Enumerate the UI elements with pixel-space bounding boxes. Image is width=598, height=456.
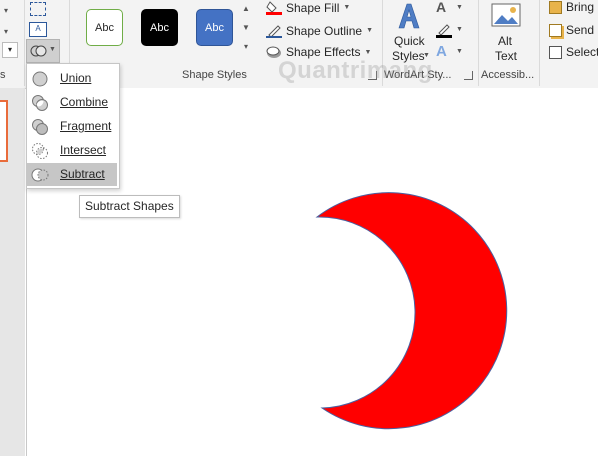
slide-thumbnail-pane xyxy=(0,88,25,456)
fragment-icon xyxy=(32,119,48,135)
shape-style-swatch-1[interactable]: Abc xyxy=(86,9,123,46)
selection-pane-icon xyxy=(549,45,562,59)
chevron-down-icon: ▼ xyxy=(456,4,463,11)
accessibility-group-label: Accessib... xyxy=(481,69,535,81)
menu-item-fragment[interactable]: Fragment xyxy=(27,115,117,138)
chevron-down-icon[interactable]: ▾ xyxy=(4,27,8,36)
alt-text-button[interactable]: Alt Text xyxy=(488,0,524,64)
paint-bucket-icon xyxy=(266,1,282,15)
text-outline-icon xyxy=(436,24,452,38)
swatch-label: Abc xyxy=(95,21,114,34)
selected-slide-thumbnail[interactable] xyxy=(0,100,8,162)
send-backward-icon xyxy=(549,23,562,37)
text-outline-button[interactable]: ▼ xyxy=(434,22,464,40)
text-fill-button[interactable]: A ▼ xyxy=(434,0,464,18)
menu-item-label: Intersect xyxy=(60,143,107,157)
chevron-down-icon: ▼ xyxy=(456,48,463,55)
combine-icon xyxy=(32,95,48,111)
alt-text-label-1: Alt xyxy=(498,34,513,48)
menu-item-label: Union xyxy=(60,71,92,85)
group-divider xyxy=(24,0,25,86)
bring-forward-icon xyxy=(549,0,562,14)
subtract-shapes-tooltip: Subtract Shapes xyxy=(79,195,180,218)
subtract-icon xyxy=(31,168,49,182)
send-backward-label: Send xyxy=(566,23,595,37)
text-effects-button[interactable]: A ▼ xyxy=(434,43,464,62)
group-label-partial: s xyxy=(0,69,6,81)
shape-style-swatch-2[interactable]: Abc xyxy=(141,9,178,46)
selection-pane-label: Select xyxy=(566,45,598,59)
scroll-down-icon[interactable]: ▾ xyxy=(2,42,18,58)
menu-item-label: Fragment xyxy=(60,119,112,133)
merge-shapes-icon xyxy=(30,45,47,57)
subtracted-crescent-shape[interactable] xyxy=(314,192,512,432)
bring-forward-button[interactable]: Bring xyxy=(549,0,594,14)
merge-shapes-button[interactable]: ▼ xyxy=(26,39,60,63)
chevron-up-icon[interactable]: ▲ xyxy=(239,4,253,13)
chevron-down-icon: ▼ xyxy=(343,4,351,11)
more-icon[interactable]: ▾ xyxy=(239,42,253,51)
bring-forward-label: Bring xyxy=(566,0,595,14)
swatch-label: Abc xyxy=(205,21,224,34)
dialog-launcher-icon[interactable] xyxy=(464,71,473,80)
group-divider xyxy=(539,0,540,86)
pencil-icon xyxy=(266,25,282,38)
selection-pane-button[interactable]: Select xyxy=(549,45,598,59)
swatch-label: Abc xyxy=(150,21,169,34)
chevron-down-icon: ▼ xyxy=(456,26,463,33)
text-effects-icon: A xyxy=(436,43,447,60)
gallery-scroll[interactable]: ▲ ▼ ▾ xyxy=(239,0,253,62)
shape-fill-button[interactable]: Shape Fill ▼ xyxy=(266,0,350,15)
shape-style-swatch-3[interactable]: Abc xyxy=(196,9,233,46)
intersect-icon xyxy=(32,143,48,159)
menu-item-label: Subtract xyxy=(60,167,105,181)
quick-styles-label-1: Quick xyxy=(394,34,425,48)
union-icon xyxy=(32,71,48,87)
chevron-down-icon[interactable]: ▼ xyxy=(239,23,253,32)
menu-item-subtract[interactable]: Subtract xyxy=(27,163,117,186)
insert-shapes-partial: ▾ ▾ ▾ xyxy=(0,0,26,66)
menu-item-union[interactable]: Union xyxy=(27,67,117,90)
menu-item-intersect[interactable]: Intersect xyxy=(27,139,117,162)
text-box-icon[interactable]: A xyxy=(29,22,47,37)
shape-outline-button[interactable]: Shape Outline ▼ xyxy=(266,23,373,38)
quick-styles-button[interactable]: Quick Styles ▼ xyxy=(389,0,430,64)
shape-styles-group-label: Shape Styles xyxy=(182,69,247,81)
menu-item-label: Combine xyxy=(60,95,109,109)
chevron-down-icon[interactable]: ▾ xyxy=(4,6,8,15)
shape-fill-label: Shape Fill xyxy=(286,0,340,15)
chevron-down-icon: ▼ xyxy=(364,48,372,56)
wordart-a-icon xyxy=(398,3,420,29)
shape-outline-label: Shape Outline xyxy=(286,23,363,38)
menu-item-combine[interactable]: Combine xyxy=(27,91,117,114)
text-fill-icon: A xyxy=(436,0,447,15)
edit-shape-icon[interactable] xyxy=(30,2,46,16)
group-divider xyxy=(478,0,479,86)
picture-icon xyxy=(491,3,521,27)
send-backward-button[interactable]: Send xyxy=(549,23,594,37)
merge-shapes-menu: Union Combine Fragment Intersect Subtrac… xyxy=(26,63,120,189)
watermark-logo: Quantrimang xyxy=(278,57,433,84)
chevron-down-icon: ▼ xyxy=(49,46,56,53)
chevron-down-icon: ▼ xyxy=(366,27,373,34)
alt-text-label-2: Text xyxy=(495,49,518,63)
